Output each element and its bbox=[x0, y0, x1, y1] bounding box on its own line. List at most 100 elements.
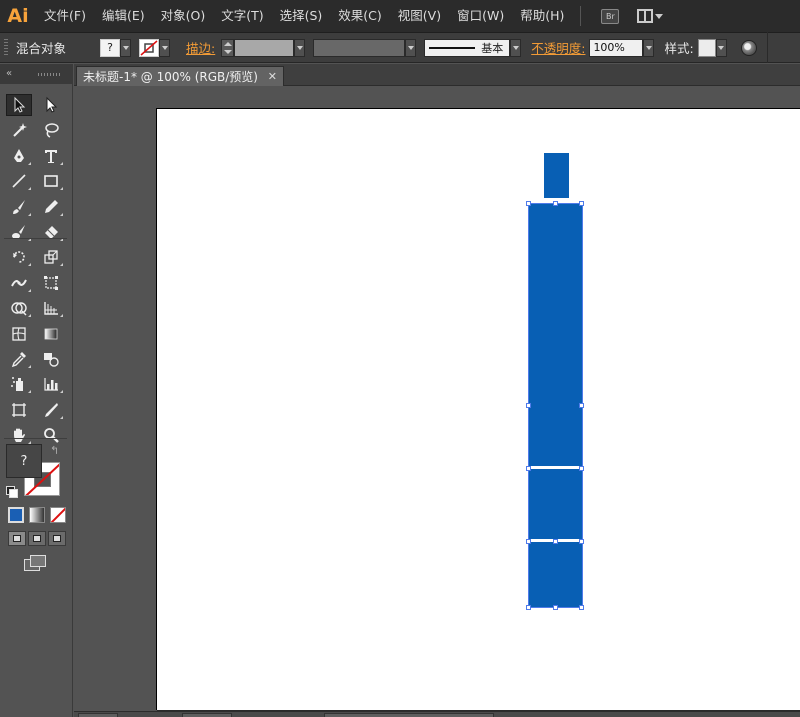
tools-panel-header[interactable]: « bbox=[0, 64, 72, 84]
document-tab[interactable]: 未标题-1* @ 100% (RGB/预览) ✕ bbox=[76, 66, 284, 86]
shape-builder-tool-icon[interactable] bbox=[6, 297, 32, 319]
variable-width-dropdown[interactable] bbox=[405, 38, 417, 57]
arrange-documents-button[interactable] bbox=[637, 9, 664, 23]
none-slash-icon bbox=[140, 39, 158, 56]
draw-behind-button[interactable] bbox=[28, 531, 46, 546]
resize-handle-top-right[interactable] bbox=[579, 201, 584, 206]
resize-handle-right[interactable] bbox=[579, 403, 584, 408]
fill-swatch-large[interactable]: ? bbox=[6, 444, 42, 478]
resize-handle-bottom-right[interactable] bbox=[579, 605, 584, 610]
none-mode-button[interactable] bbox=[50, 507, 66, 523]
resize-handle-bottom-left[interactable] bbox=[526, 605, 531, 610]
graphic-style-dropdown[interactable] bbox=[715, 38, 727, 57]
fill-swatch[interactable]: ? bbox=[100, 38, 120, 57]
variable-width-field[interactable] bbox=[313, 38, 406, 57]
bridge-button[interactable]: Br bbox=[601, 8, 620, 24]
swap-fill-stroke-icon[interactable]: ↰ bbox=[50, 444, 59, 457]
collapse-panel-icon[interactable]: « bbox=[6, 69, 12, 79]
anchor-point[interactable] bbox=[579, 466, 584, 471]
chevron-down-icon bbox=[122, 45, 129, 50]
anchor-point[interactable] bbox=[579, 539, 584, 544]
blend-tool-icon[interactable] bbox=[38, 348, 64, 370]
graphic-style-swatch[interactable] bbox=[697, 38, 716, 57]
eraser-tool-icon[interactable] bbox=[38, 221, 64, 243]
menu-help[interactable]: 帮助(H) bbox=[512, 0, 572, 32]
artboard[interactable] bbox=[156, 108, 800, 710]
perspective-grid-tool-icon[interactable] bbox=[38, 297, 64, 319]
magic-wand-tool-icon[interactable] bbox=[6, 119, 32, 141]
stroke-weight-spinner[interactable] bbox=[221, 38, 235, 57]
resize-handle-bottom[interactable] bbox=[553, 605, 558, 610]
gradient-tool-icon[interactable] bbox=[38, 323, 64, 345]
menu-type[interactable]: 文字(T) bbox=[213, 0, 271, 32]
zoom-field[interactable] bbox=[78, 713, 118, 717]
artboard-navigator[interactable] bbox=[182, 713, 232, 717]
width-tool-icon[interactable] bbox=[6, 272, 32, 294]
menu-object[interactable]: 对象(O) bbox=[153, 0, 214, 32]
canvas-area[interactable] bbox=[74, 86, 800, 712]
recolor-artwork-icon[interactable] bbox=[740, 39, 757, 56]
stroke-color-control[interactable] bbox=[139, 38, 170, 57]
scale-tool-icon[interactable] bbox=[38, 246, 64, 268]
type-tool-icon[interactable] bbox=[38, 145, 64, 167]
line-segment-tool-icon[interactable] bbox=[6, 170, 32, 192]
lasso-tool-icon[interactable] bbox=[38, 119, 64, 141]
tools-panel: « ? ↰ bbox=[0, 64, 73, 717]
resize-handle-top[interactable] bbox=[553, 201, 558, 206]
status-field[interactable] bbox=[324, 713, 494, 717]
menu-file[interactable]: 文件(F) bbox=[36, 0, 94, 32]
pencil-tool-icon[interactable] bbox=[38, 196, 64, 218]
status-bar bbox=[74, 711, 800, 717]
stroke-weight-field[interactable] bbox=[234, 38, 295, 57]
stroke-weight-label[interactable]: 描边: bbox=[186, 38, 215, 57]
small-blue-rectangle[interactable] bbox=[544, 153, 569, 198]
rectangle-tool-icon[interactable] bbox=[38, 170, 64, 192]
eyedropper-tool-icon[interactable] bbox=[6, 348, 32, 370]
color-mode-button[interactable] bbox=[8, 507, 24, 523]
screen-mode-icon[interactable] bbox=[24, 555, 46, 571]
symbol-sprayer-tool-icon[interactable] bbox=[6, 373, 32, 395]
stroke-dropdown-button[interactable] bbox=[159, 38, 170, 57]
close-icon[interactable]: ✕ bbox=[268, 70, 277, 83]
brush-definition-field[interactable]: 基本 bbox=[424, 38, 511, 57]
artboard-tool-icon[interactable] bbox=[6, 399, 32, 421]
blob-brush-tool-icon[interactable] bbox=[6, 221, 32, 243]
mesh-tool-icon[interactable] bbox=[6, 323, 32, 345]
resize-handle-top-left[interactable] bbox=[526, 201, 531, 206]
draw-inside-button[interactable] bbox=[48, 531, 66, 546]
stroke-none-swatch[interactable] bbox=[139, 38, 159, 57]
menu-select[interactable]: 选择(S) bbox=[272, 0, 331, 32]
anchor-point[interactable] bbox=[526, 539, 531, 544]
slice-tool-icon[interactable] bbox=[38, 399, 64, 421]
pen-tool-icon[interactable] bbox=[6, 145, 32, 167]
rotate-tool-icon[interactable] bbox=[6, 246, 32, 268]
draw-normal-button[interactable] bbox=[8, 531, 26, 546]
opacity-label[interactable]: 不透明度: bbox=[531, 38, 585, 57]
direct-selection-tool-icon[interactable] bbox=[38, 94, 64, 116]
brush-definition-dropdown[interactable] bbox=[510, 38, 522, 57]
panel-grip[interactable] bbox=[38, 72, 61, 76]
menu-view[interactable]: 视图(V) bbox=[390, 0, 449, 32]
anchor-point[interactable] bbox=[526, 466, 531, 471]
opacity-dropdown[interactable] bbox=[643, 38, 655, 57]
gradient-mode-button[interactable] bbox=[29, 507, 45, 523]
default-colors-icon[interactable] bbox=[6, 486, 18, 498]
column-graph-tool-icon[interactable] bbox=[38, 373, 64, 395]
opacity-field[interactable]: 100% bbox=[589, 38, 644, 57]
fill-color-control[interactable]: ? bbox=[100, 38, 131, 57]
tool-grid bbox=[6, 94, 68, 449]
resize-handle-left[interactable] bbox=[526, 403, 531, 408]
menu-edit[interactable]: 编辑(E) bbox=[94, 0, 153, 32]
stroke-weight-dropdown[interactable] bbox=[294, 38, 306, 57]
fill-dropdown-button[interactable] bbox=[120, 38, 131, 57]
menu-effect[interactable]: 效果(C) bbox=[330, 0, 389, 32]
anchor-point[interactable] bbox=[553, 539, 558, 544]
menu-window[interactable]: 窗口(W) bbox=[449, 0, 512, 32]
hand-tool-icon[interactable] bbox=[6, 424, 32, 446]
free-transform-tool-icon[interactable] bbox=[38, 272, 64, 294]
chevron-down-icon bbox=[407, 45, 414, 50]
selection-tool-icon[interactable] bbox=[6, 94, 32, 116]
panel-grip[interactable] bbox=[4, 38, 8, 57]
paintbrush-tool-icon[interactable] bbox=[6, 196, 32, 218]
zoom-tool-icon[interactable] bbox=[38, 424, 64, 446]
